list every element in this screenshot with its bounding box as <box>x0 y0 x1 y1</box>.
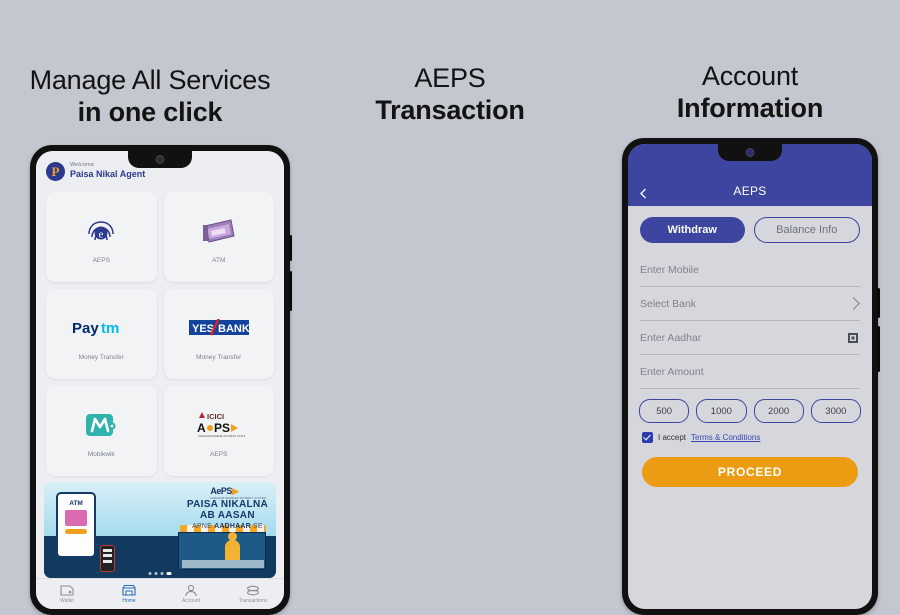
banner-logo-text: AePS <box>210 486 232 496</box>
heading-line-1: Manage All Services <box>29 65 271 95</box>
heading-line-2: in one click <box>77 97 223 127</box>
carousel-dot-active[interactable] <box>166 572 172 575</box>
panel-aeps-transaction: AEPS Transaction AEPS Withdraw Balance I… <box>300 0 880 615</box>
yesbank-logo-icon: YES BANK <box>188 307 249 349</box>
heading-line-2: Transaction <box>375 95 525 125</box>
nav-label: Account <box>181 598 201 604</box>
agent-name-label: Paisa Nikal Agent <box>70 169 146 179</box>
mobikwik-logo-icon <box>84 404 118 446</box>
nav-item-transactions[interactable]: Transactions <box>222 579 284 609</box>
nav-label: Home <box>122 598 136 604</box>
phone-screen-home: P Welcome Paisa Nikal Agent e AEPS ATM P… <box>36 151 284 609</box>
banner-person-graphic <box>225 532 240 560</box>
banner-title-line-1: PAISA NIKALNA <box>186 499 268 510</box>
app-logo-icon: P <box>46 161 65 181</box>
service-tile-paytm[interactable]: Pay tm Money Transfer <box>46 289 157 379</box>
service-tile-label: AEPS <box>210 451 228 458</box>
service-tile-icici-aeps[interactable]: ICICI A PS AADHAAR ENABLED PAYMENT SYSTE… <box>163 386 274 476</box>
heading-line-1: Account <box>701 61 799 91</box>
panel-account-information: Account Information Paisa Nikal Agent Pa… <box>600 0 900 600</box>
nav-item-wallet[interactable]: Wallet <box>36 579 98 609</box>
service-tile-label: Money Transfer <box>78 354 124 361</box>
service-tile-label: AEPS <box>92 257 110 264</box>
phone-mockup-home: P Welcome Paisa Nikal Agent e AEPS ATM P… <box>30 145 292 615</box>
banner-phone-illustration: ATM <box>56 492 96 558</box>
svg-text:AADHAAR ENABLED PAYMENT SYSTEM: AADHAAR ENABLED PAYMENT SYSTEM <box>198 434 245 438</box>
service-tile-aeps[interactable]: e AEPS <box>46 192 157 282</box>
nav-item-account[interactable]: Account <box>160 579 222 609</box>
phone-side-button <box>289 235 292 261</box>
banner-title: PAISA NIKALNA AB AASAN APNE AADHAAR SE <box>187 499 268 532</box>
banner-counter-graphic <box>182 560 264 568</box>
banner-title-line-2: AB AASAN <box>200 510 255 521</box>
heading-account-information: Account Information <box>600 60 900 124</box>
promo-banner[interactable]: AePS▶ AADHAAR ENABLED PAYMENT SYSTEM ATM <box>44 482 276 578</box>
svg-text:e: e <box>99 229 104 241</box>
svg-text:ICICI: ICICI <box>207 412 224 421</box>
service-tile-label: Money Transfer <box>196 354 242 361</box>
front-camera-icon <box>155 155 165 164</box>
service-tile-mobikwik[interactable]: Mobikwik <box>46 386 157 476</box>
banner-sub-suffix: SE <box>250 523 263 530</box>
service-tile-atm[interactable]: ATM <box>163 192 274 282</box>
phone-notch <box>128 151 192 168</box>
carousel-dot[interactable] <box>160 572 164 575</box>
svg-text:BANK: BANK <box>218 323 249 335</box>
service-tile-yesbank[interactable]: YES BANK Money Transfer <box>163 289 274 379</box>
carousel-dot[interactable] <box>148 572 152 575</box>
heading-manage-services: Manage All Services in one click <box>0 64 300 128</box>
svg-text:tm: tm <box>101 320 119 337</box>
banner-card-graphic <box>65 510 87 526</box>
svg-text:Pay: Pay <box>72 320 99 337</box>
banner-phone-screen: ATM <box>61 498 91 550</box>
nav-label: Transactions <box>238 598 268 604</box>
wallet-icon <box>60 584 74 597</box>
banner-biometric-device-icon <box>100 545 115 572</box>
transactions-icon <box>246 584 260 597</box>
person-icon <box>184 584 198 597</box>
banner-cta-graphic <box>65 529 87 534</box>
atm-machine-icon <box>201 210 237 252</box>
nav-label: Wallet <box>60 598 74 604</box>
services-grid: e AEPS ATM Pay tm Money Transfer YES BAN… <box>36 187 284 476</box>
paytm-logo-icon: Pay tm <box>72 307 130 349</box>
heading-line-1: AEPS <box>414 63 486 93</box>
carousel-dot[interactable] <box>154 572 158 575</box>
panel-manage-services: Manage All Services in one click P Welco… <box>0 0 300 615</box>
banner-sub-bold: AADHAAR <box>214 523 251 530</box>
svg-text:A: A <box>197 421 206 435</box>
bottom-navigation: Wallet Home Account Transactions <box>36 578 284 609</box>
banner-subtitle: APNE AADHAAR SE <box>187 521 268 532</box>
nav-item-home[interactable]: Home <box>98 579 160 609</box>
svg-text:PS: PS <box>214 421 230 435</box>
aeps-fingerprint-icon: e <box>85 210 117 252</box>
banner-aeps-logo-icon: AePS▶ AADHAAR ENABLED PAYMENT SYSTEM <box>210 486 266 500</box>
banner-carousel-dots[interactable] <box>148 572 172 575</box>
home-store-icon <box>122 584 136 597</box>
icici-aeps-logo-icon: ICICI A PS AADHAAR ENABLED PAYMENT SYSTE… <box>193 404 245 446</box>
service-tile-label: ATM <box>212 257 226 264</box>
phone-volume-button <box>289 271 292 311</box>
heading-aeps-transaction: AEPS Transaction <box>300 62 600 126</box>
phone-notch <box>718 144 782 161</box>
service-tile-label: Mobikwik <box>87 451 115 458</box>
banner-atm-label: ATM <box>69 500 83 507</box>
heading-line-2: Information <box>676 93 824 123</box>
logo-letter: P <box>51 163 60 179</box>
front-camera-icon <box>745 148 755 157</box>
banner-sub-prefix: APNE <box>192 523 215 530</box>
